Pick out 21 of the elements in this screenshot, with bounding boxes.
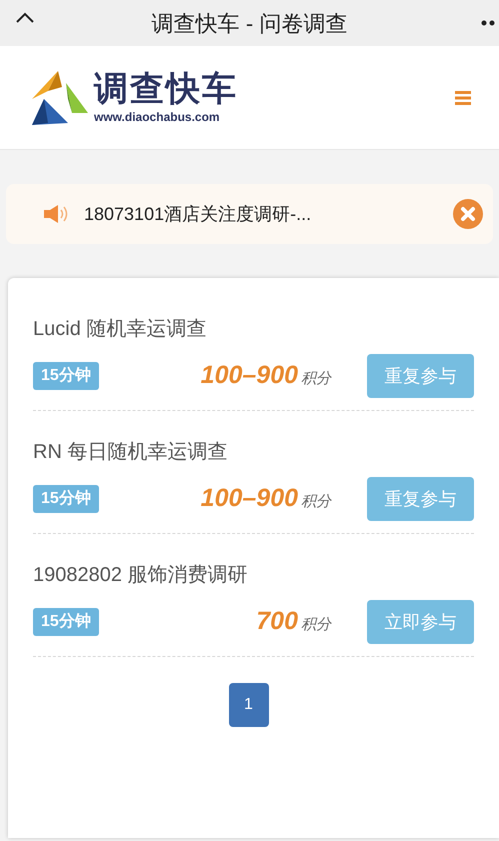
points-value: 100–900	[200, 360, 298, 392]
close-icon[interactable]	[453, 199, 483, 229]
duration-tag: 15分钟	[33, 608, 99, 636]
points-value: 100–900	[200, 483, 298, 514]
logo-url: www.diaochabus.com	[94, 108, 221, 126]
duration-tag: 15分钟	[33, 485, 99, 513]
points-unit: 积分	[301, 615, 331, 636]
page-title: 调查快车 - 问卷调查	[152, 10, 348, 38]
duration-tag: 15分钟	[33, 362, 99, 390]
menu-icon[interactable]	[455, 90, 471, 104]
survey-title[interactable]: RN 每日随机幸运调查	[33, 437, 474, 471]
back-icon[interactable]	[16, 12, 34, 23]
more-icon[interactable]	[481, 20, 495, 26]
survey-title[interactable]: Lucid 随机幸运调查	[33, 314, 474, 348]
survey-title[interactable]: 19082802 服饰消费调研	[33, 560, 474, 594]
page-button[interactable]: 1	[228, 683, 268, 727]
notice-text[interactable]: 18073101酒店关注度调研-...	[84, 200, 312, 228]
points-unit: 积分	[301, 492, 331, 512]
logo-name: 调查快车	[94, 70, 238, 108]
points-value: 700	[256, 606, 298, 638]
points-unit: 积分	[301, 369, 331, 390]
